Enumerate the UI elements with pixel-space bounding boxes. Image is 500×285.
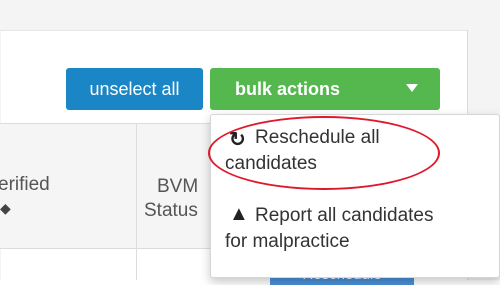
column-header-bvm-label: BVM xyxy=(157,176,199,197)
unselect-all-button[interactable]: unselect all xyxy=(66,68,203,110)
page-top-band xyxy=(0,0,500,30)
column-header-verified-label: erified xyxy=(0,174,50,195)
menu-item-report-line1: Report all candidates xyxy=(255,205,434,226)
column-header-status-label: Status xyxy=(144,200,198,221)
annotation-ellipse xyxy=(208,116,440,190)
panel-top-border xyxy=(0,30,468,31)
menu-item-report-malpractice[interactable]: ▲ Report all candidates for malpractice xyxy=(211,197,499,269)
bulk-actions-button[interactable]: bulk actions xyxy=(210,68,440,110)
column-header-verified[interactable]: erified ◆ xyxy=(0,124,136,248)
warning-icon: ▲ xyxy=(229,203,249,225)
sort-icon[interactable]: ◆ xyxy=(0,200,11,217)
menu-item-report-line2: for malpractice xyxy=(225,231,350,252)
caret-down-icon xyxy=(406,84,418,92)
column-divider xyxy=(136,124,137,280)
bulk-actions-label: bulk actions xyxy=(235,79,341,99)
